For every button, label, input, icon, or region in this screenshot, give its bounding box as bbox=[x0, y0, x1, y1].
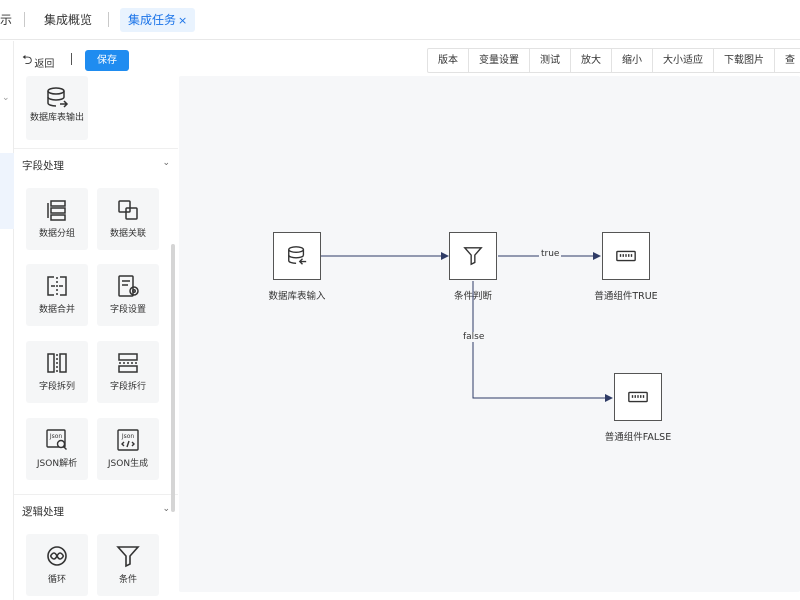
svg-text:Json: Json bbox=[121, 433, 135, 440]
node-db-table-input[interactable] bbox=[273, 232, 321, 280]
section-divider bbox=[14, 148, 178, 149]
zoom-out-button[interactable]: 缩小 bbox=[612, 49, 653, 72]
view-button-partial[interactable]: 查 bbox=[775, 49, 800, 72]
edge-label-false: false bbox=[461, 332, 487, 342]
palette-item-db-table-output[interactable]: 数据库表输出 bbox=[26, 76, 88, 140]
component-icon bbox=[628, 391, 648, 403]
test-button[interactable]: 测试 bbox=[530, 49, 571, 72]
tab-separator bbox=[24, 12, 25, 27]
node-label-db-table-input: 数据库表输入 bbox=[268, 291, 326, 302]
palette-item-label: 循环 bbox=[47, 575, 66, 585]
edge-label-true: true bbox=[539, 249, 562, 259]
download-image-button[interactable]: 下载图片 bbox=[714, 49, 775, 72]
back-button[interactable]: ⮌ 返回 bbox=[22, 51, 54, 73]
filter-icon bbox=[463, 247, 483, 266]
palette-item-label: 数据关联 bbox=[109, 229, 146, 239]
json-parse-icon: Json bbox=[46, 429, 67, 450]
palette-item-label: 字段拆列 bbox=[38, 382, 75, 392]
palette-item-json-parse[interactable]: Json JSON解析 bbox=[26, 418, 88, 480]
palette-item-label: JSON生成 bbox=[107, 459, 149, 469]
palette-item-label: 字段设置 bbox=[109, 305, 146, 315]
save-button[interactable]: 保存 bbox=[85, 50, 129, 71]
tab-separator bbox=[108, 12, 109, 27]
database-input-icon bbox=[288, 246, 307, 265]
palette-item-field-split-row[interactable]: 字段拆行 bbox=[97, 341, 159, 403]
palette-item-label: 字段拆行 bbox=[109, 382, 146, 392]
json-generate-icon: Json bbox=[117, 429, 139, 451]
data-merge-icon bbox=[47, 276, 67, 296]
component-palette: 数据库表输出 字段处理 ⌄ 数据分组 数据关联 数据合并 字段设置 字段拆列 字… bbox=[14, 76, 178, 600]
toolbar-separator bbox=[71, 53, 72, 65]
node-label-component-true: 普通组件TRUE bbox=[594, 291, 658, 302]
chevron-down-icon: ⌄ bbox=[162, 504, 170, 514]
section-logic-processing[interactable]: 逻辑处理 ⌄ bbox=[22, 504, 172, 524]
zoom-in-button[interactable]: 放大 bbox=[571, 49, 612, 72]
tab-integration-task-label: 集成任务 bbox=[128, 13, 177, 27]
flow-canvas[interactable]: 数据库表输入 条件判断 普通组件TRUE 普通组件FALSE true fals… bbox=[179, 76, 800, 592]
section-divider bbox=[14, 494, 178, 495]
section-title: 字段处理 bbox=[22, 160, 64, 172]
data-group-icon bbox=[47, 200, 66, 221]
field-settings-icon bbox=[118, 275, 139, 297]
tab-integration-task[interactable]: 集成任务 × bbox=[120, 8, 196, 32]
palette-item-field-settings[interactable]: 字段设置 bbox=[97, 264, 159, 326]
node-component-true[interactable] bbox=[602, 232, 650, 280]
chevron-down-icon: ⌄ bbox=[162, 158, 170, 168]
split-row-icon bbox=[118, 353, 138, 373]
canvas-toolbar: 版本 变量设置 测试 放大 缩小 大小适应 下载图片 查 bbox=[427, 48, 800, 73]
database-output-icon bbox=[47, 87, 69, 108]
tab-overview[interactable]: 集成概览 bbox=[44, 8, 92, 32]
left-nav-highlight[interactable] bbox=[0, 153, 14, 229]
palette-item-label: 条件 bbox=[118, 575, 137, 585]
component-icon bbox=[616, 250, 636, 262]
fit-size-button[interactable]: 大小适应 bbox=[653, 49, 714, 72]
split-column-icon bbox=[47, 353, 67, 373]
node-condition[interactable] bbox=[449, 232, 497, 280]
data-join-icon bbox=[118, 200, 138, 220]
palette-item-label: 数据库表输出 bbox=[29, 113, 84, 123]
left-nav-strip: ⌄ bbox=[0, 41, 14, 600]
palette-item-label: 数据分组 bbox=[38, 229, 75, 239]
section-field-processing[interactable]: 字段处理 ⌄ bbox=[22, 158, 172, 178]
palette-item-label: 数据合并 bbox=[38, 305, 75, 315]
palette-scrollbar[interactable] bbox=[171, 244, 175, 512]
tab-partial[interactable]: 示 bbox=[0, 8, 12, 32]
undo-arrow-icon: ⮌ bbox=[22, 53, 33, 68]
palette-item-json-generate[interactable]: Json JSON生成 bbox=[97, 418, 159, 480]
palette-item-condition[interactable]: 条件 bbox=[97, 534, 159, 596]
node-label-component-false: 普通组件FALSE bbox=[604, 432, 672, 443]
palette-item-data-group[interactable]: 数据分组 bbox=[26, 188, 88, 250]
version-button[interactable]: 版本 bbox=[428, 49, 469, 72]
node-label-condition: 条件判断 bbox=[453, 291, 492, 302]
node-component-false[interactable] bbox=[614, 373, 662, 421]
back-button-label: 返回 bbox=[34, 58, 55, 70]
svg-text:Json: Json bbox=[49, 433, 63, 440]
flow-edges bbox=[321, 252, 613, 402]
variable-settings-button[interactable]: 变量设置 bbox=[469, 49, 530, 72]
filter-icon bbox=[116, 546, 140, 568]
palette-item-data-join[interactable]: 数据关联 bbox=[97, 188, 159, 250]
chevron-down-icon[interactable]: ⌄ bbox=[2, 93, 10, 103]
close-icon[interactable]: × bbox=[178, 14, 187, 27]
palette-item-loop[interactable]: 循环 bbox=[26, 534, 88, 596]
palette-item-label: JSON解析 bbox=[36, 459, 78, 469]
top-tab-bar: 示 集成概览 集成任务 × bbox=[0, 0, 800, 40]
loop-icon bbox=[47, 546, 67, 566]
section-title: 逻辑处理 bbox=[22, 506, 64, 518]
palette-item-field-split-column[interactable]: 字段拆列 bbox=[26, 341, 88, 403]
palette-item-data-merge[interactable]: 数据合并 bbox=[26, 264, 88, 326]
